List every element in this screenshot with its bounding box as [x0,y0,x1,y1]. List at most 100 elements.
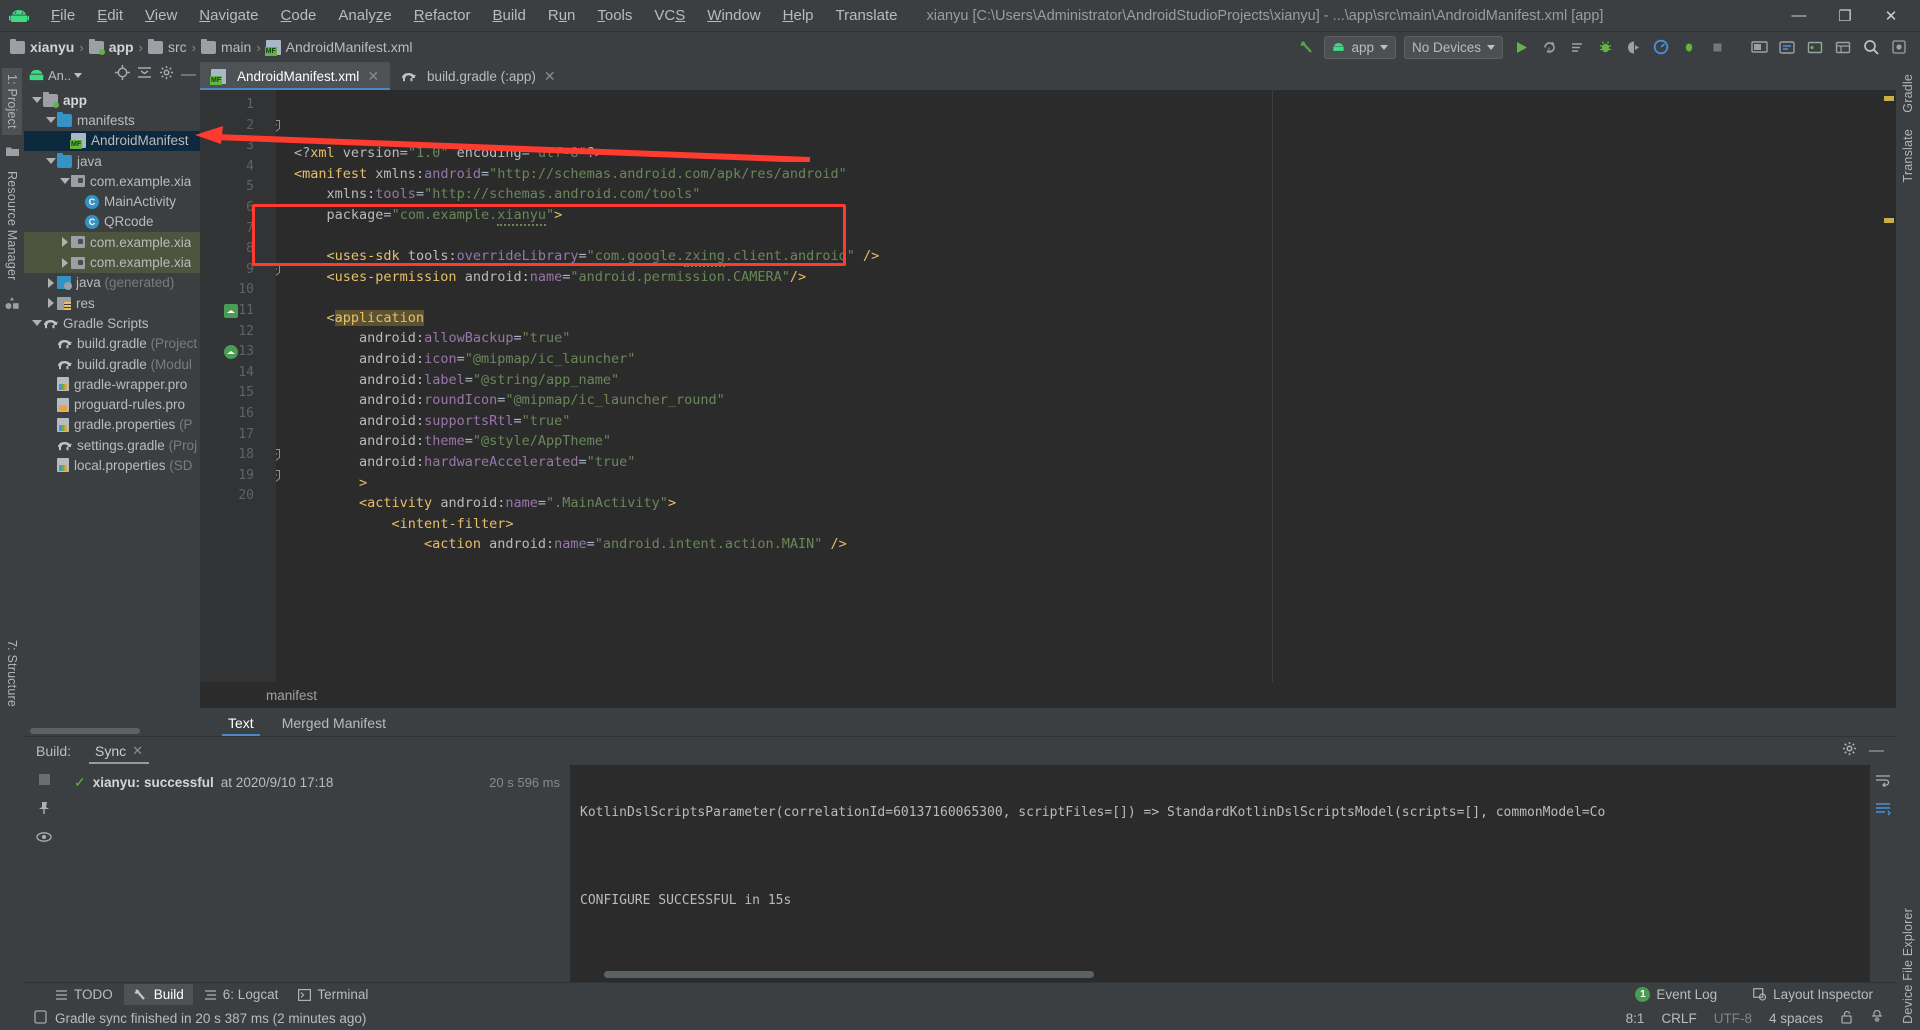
settings-icon[interactable] [1842,741,1857,761]
console-horizontal-scrollbar[interactable] [604,971,1094,978]
code-line-6[interactable]: <uses-sdk tools:overrideLibrary="com.goo… [294,246,1880,267]
editor-folding-strip[interactable] [262,90,276,682]
minimize-button[interactable]: — [1776,1,1822,31]
stop-button[interactable] [1704,35,1730,59]
file-encoding[interactable]: UTF-8 [1714,1011,1752,1026]
gutter-line-3[interactable]: 3 [200,136,262,157]
code-line-16[interactable]: android:hardwareAccelerated="true" [294,452,1880,473]
menu-item-refactor[interactable]: Refactor [403,4,482,27]
menu-item-view[interactable]: View [134,4,188,27]
chevron-down-icon[interactable] [44,158,57,164]
menu-item-analyze[interactable]: Analyze [327,4,402,27]
toolwindow-event-log[interactable]: 1 Event Log [1626,984,1726,1005]
menu-item-code[interactable]: Code [270,4,328,27]
rail-device-file-explorer[interactable]: Device File Explorer [1898,902,1918,1030]
close-icon[interactable]: ✕ [544,68,556,85]
maximize-button[interactable]: ❐ [1822,1,1868,31]
device-selector[interactable]: No Devices [1404,36,1503,59]
settings-icon[interactable] [1886,35,1912,59]
close-icon[interactable]: ✕ [132,743,143,759]
breadcrumb-item-xianyu[interactable]: xianyu [10,39,74,55]
gutter-line-11[interactable]: 11 [200,301,262,322]
hide-panel-icon[interactable]: — [181,70,196,80]
menu-item-file[interactable]: File [40,4,86,27]
editor-gutter[interactable]: 1234567891011121314151617181920 [200,90,262,682]
chevron-down-icon[interactable] [30,97,43,103]
editor-marker-stripe[interactable] [1880,90,1896,682]
sdk-manager-icon[interactable] [1774,35,1800,59]
attach-debugger-button[interactable] [1676,35,1702,59]
settings-icon[interactable] [159,65,174,85]
code-line-14[interactable]: android:supportsRtl="true" [294,411,1880,432]
toolwindow-build[interactable]: Build [124,984,193,1005]
rail-translate[interactable]: Translate [1898,123,1918,188]
code-line-9[interactable]: <application [294,308,1880,329]
toolwindow-terminal[interactable]: Terminal [289,984,377,1005]
apply-code-changes-button[interactable] [1564,35,1590,59]
chevron-right-icon[interactable] [58,237,71,247]
rail-resource-manager[interactable]: Resource Manager [2,165,22,287]
scroll-from-source-icon[interactable] [115,65,130,85]
project-files-icon[interactable] [3,143,21,161]
code-line-15[interactable]: android:theme="@style/AppTheme" [294,431,1880,452]
editor-breadcrumb[interactable]: manifest [200,682,1896,708]
build-hammer-icon[interactable] [1293,35,1319,59]
build-console[interactable]: KotlinDslScriptsParameter(correlationId=… [570,765,1870,982]
indent-setting[interactable]: 4 spaces [1769,1011,1823,1026]
avd-manager-icon[interactable] [1746,35,1772,59]
breadcrumb-item-src[interactable]: src [148,39,187,55]
tree-node-com-example-xia[interactable]: com.example.xia [24,252,200,272]
editor-tab-build-gradle---app-[interactable]: build.gradle (:app)✕ [390,62,567,90]
tree-node-java--generated-[interactable]: java (generated) [24,273,200,293]
code-line-11[interactable]: android:icon="@mipmap/ic_launcher" [294,349,1880,370]
memory-icon[interactable] [34,1010,47,1027]
chevron-right-icon[interactable] [44,298,57,308]
editor-bottom-tab-merged-manifest[interactable]: Merged Manifest [268,711,400,736]
gutter-line-20[interactable]: 20 [200,486,262,507]
gutter-line-4[interactable]: 4 [200,157,262,178]
editor-bottom-tab-text[interactable]: Text [214,711,268,736]
debug-button[interactable] [1592,35,1618,59]
tree-node-mainactivity[interactable]: CMainActivity [24,191,200,211]
chevron-right-icon[interactable] [58,258,71,268]
pin-icon[interactable] [37,801,51,820]
menu-item-build[interactable]: Build [481,4,536,27]
chevron-right-icon[interactable] [44,278,57,288]
soft-wrap-icon[interactable] [1875,773,1891,792]
code-line-2[interactable]: <manifest xmlns:android="http://schemas.… [294,164,1880,185]
tree-node-settings-gradle--proj[interactable]: settings.gradle (Proj [24,435,200,455]
menu-item-navigate[interactable]: Navigate [188,4,269,27]
code-line-20[interactable]: <action android:name="android.intent.act… [294,534,1880,555]
gutter-line-14[interactable]: 14 [200,363,262,384]
toolwindow-todo[interactable]: TODO [46,984,122,1005]
close-icon[interactable]: ✕ [367,68,379,85]
gutter-line-12[interactable]: 12 [200,322,262,343]
tree-node-qrcode[interactable]: CQRcode [24,212,200,232]
tree-node-res[interactable]: res [24,293,200,313]
code-line-4[interactable]: package="com.example.xianyu"> [294,205,1880,226]
tree-node-com-example-xia[interactable]: com.example.xia [24,171,200,191]
breadcrumb-item-app[interactable]: app [89,39,134,55]
build-result-row[interactable]: ✓ xianyu: successful at 2020/9/10 17:18 … [64,772,570,793]
tree-node-java[interactable]: java [24,151,200,171]
editor-code[interactable]: <?xml version="1.0" encoding="utf-8"?><m… [276,90,1880,682]
tree-node-com-example-xia[interactable]: com.example.xia [24,232,200,252]
toolwindow-layout-inspector[interactable]: Layout Inspector [1744,984,1882,1005]
chevron-down-icon[interactable] [58,178,71,184]
menu-item-vcs[interactable]: VCS [643,4,696,27]
profile-button[interactable] [1648,35,1674,59]
gutter-line-2[interactable]: 2 [200,116,262,137]
code-line-5[interactable] [294,225,1880,246]
rail-project[interactable]: 1: Project [2,68,22,135]
code-line-1[interactable]: <?xml version="1.0" encoding="utf-8"?> [294,143,1880,164]
scroll-to-end-icon[interactable] [1875,802,1891,821]
rail-gradle[interactable]: Gradle [1898,68,1918,119]
layout-inspector-icon[interactable] [1830,35,1856,59]
editor-tab-androidmanifest-xml[interactable]: AndroidManifest.xml✕ [200,62,390,90]
menu-item-edit[interactable]: Edit [86,4,134,27]
restart-icon[interactable] [38,773,51,791]
chevron-down-icon[interactable] [30,320,43,326]
unlocked-icon[interactable] [1840,1010,1853,1027]
gutter-line-18[interactable]: 18 [200,445,262,466]
menu-item-window[interactable]: Window [696,4,771,27]
